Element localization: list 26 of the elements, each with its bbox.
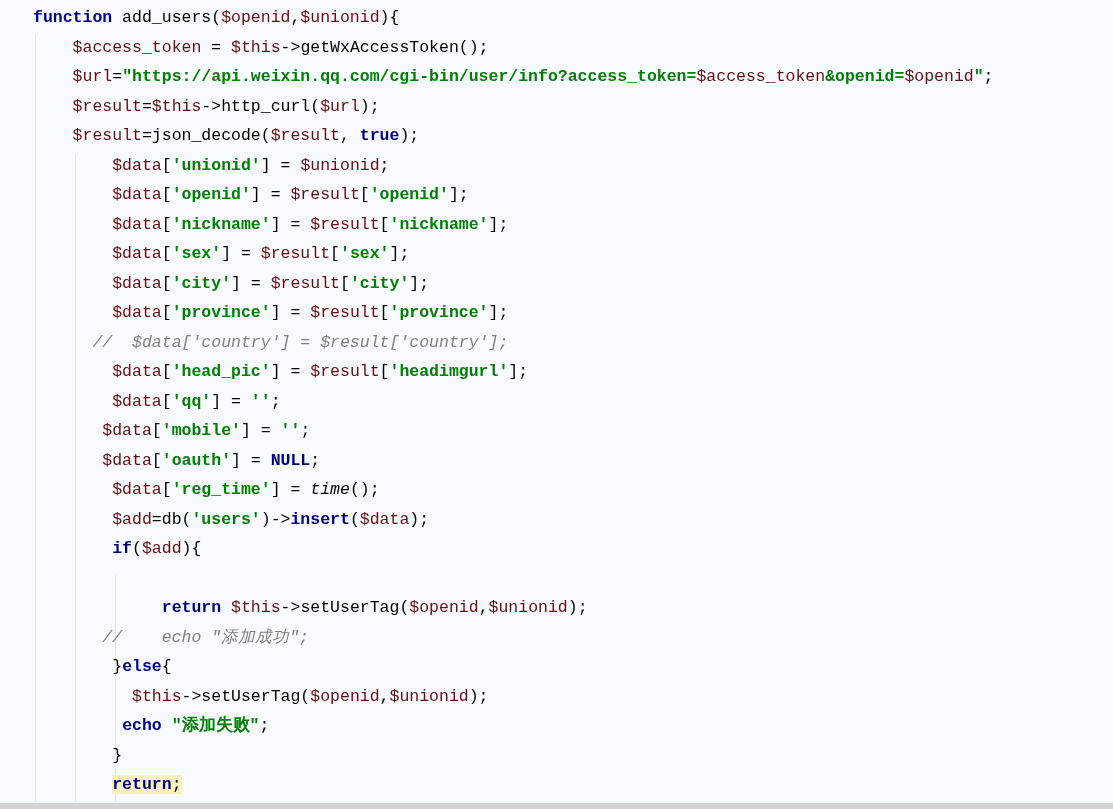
code-line: $this->setUserTag($openid,$unionid); (131, 685, 489, 708)
code-line: return $this->setUserTag($openid,$unionid); (160, 597, 588, 619)
code-line: $data['openid'] = $result['openid']; (111, 184, 469, 206)
horizontal-scrollbar[interactable] (0, 803, 1113, 809)
code-line: $result=$this->http_curl($url); (71, 95, 380, 118)
code-line: $data['unionid'] = $unionid; (111, 154, 390, 177)
code-line: // $data['country'] = $result['country']; (91, 331, 509, 354)
code-line: $data['head_pic'] = $result['headimgurl']; (111, 361, 529, 383)
code-line: $data['city'] = $result['city']; (111, 272, 430, 295)
code-line: $data['sex'] = $result['sex']; (111, 243, 410, 265)
code-line: if($add){ (111, 538, 202, 560)
code-line: $add=db('users')->insert($data); (111, 508, 430, 531)
code-line: // echo "添加成功"; (101, 626, 309, 649)
code-line: $result=json_decode($result, true); (71, 125, 420, 147)
code-line: $access_token = $this->getWxAccessToken(); (71, 36, 489, 59)
code-line: }else{ (111, 656, 172, 678)
code-line: $data['mobile'] = ''; (101, 420, 311, 442)
code-line: $data['qq'] = ''; (111, 390, 281, 413)
code-line: $data['reg_time'] = time(); (111, 479, 380, 501)
code-line: function add_users($openid,$unionid){ (33, 7, 400, 29)
code-line: $data['province'] = $result['province']; (111, 302, 509, 324)
code-line: } (111, 744, 123, 767)
code-line: echo "添加失败"; (121, 714, 270, 737)
code-line: $data['oauth'] = NULL; (101, 449, 321, 472)
code-line: $url="https://api.weixin.qq.com/cgi-bin/user/info?access_token=$access_token&openid=$openid"; (71, 66, 994, 88)
code-line: $data['nickname'] = $result['nickname']; (111, 213, 509, 236)
